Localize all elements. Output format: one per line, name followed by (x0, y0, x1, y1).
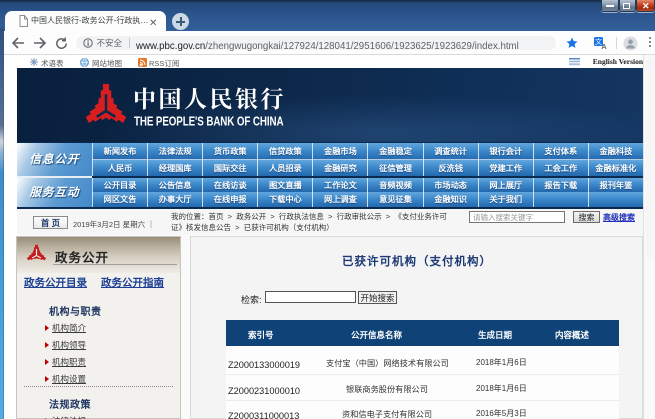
svg-text:A: A (601, 42, 607, 49)
